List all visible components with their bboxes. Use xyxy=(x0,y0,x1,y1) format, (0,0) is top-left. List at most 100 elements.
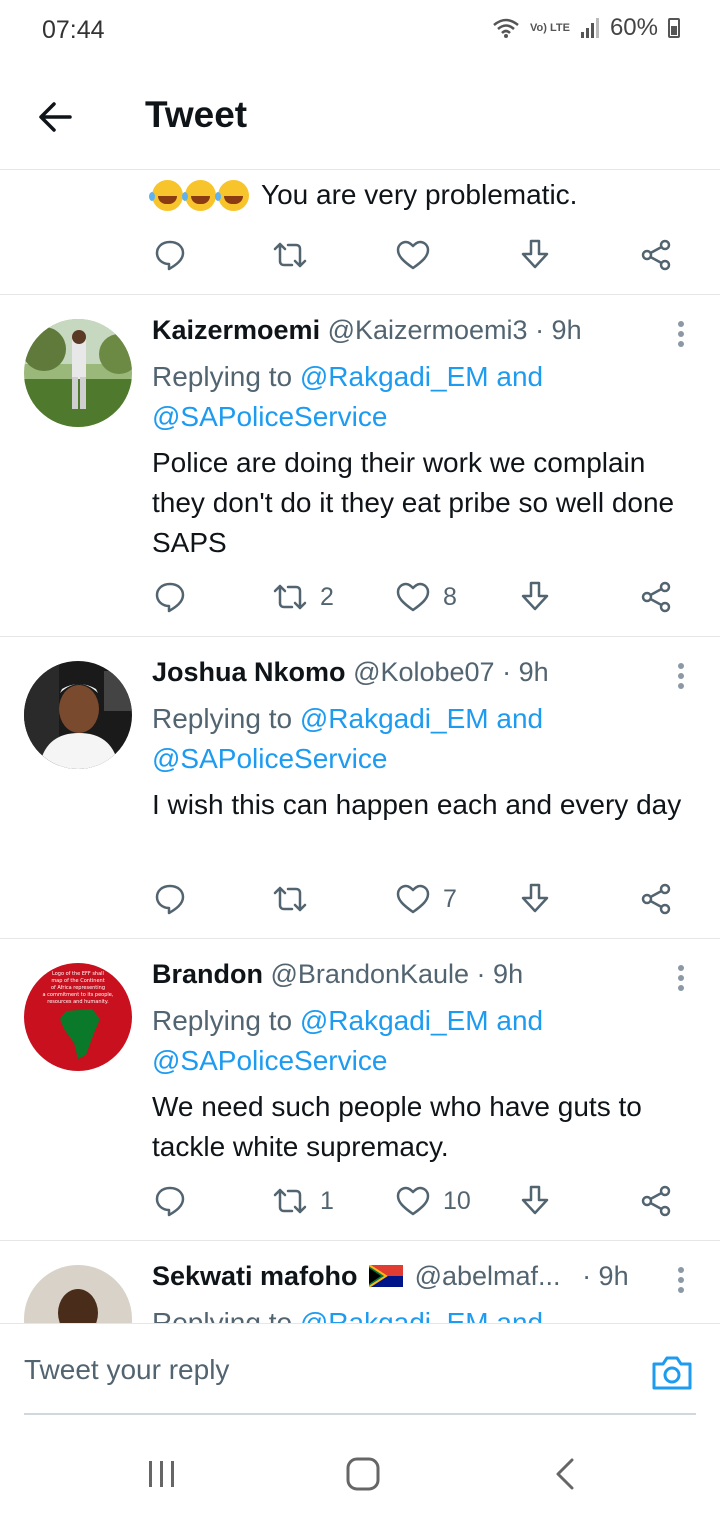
retweet-count: 1 xyxy=(320,1186,334,1215)
retweet-button[interactable] xyxy=(272,235,308,275)
avatar-text: map of the Continent xyxy=(51,978,104,984)
more-options-icon[interactable] xyxy=(676,1267,686,1297)
back-nav-icon[interactable] xyxy=(546,1456,586,1492)
mention-link[interactable]: @SAPoliceService xyxy=(152,743,387,774)
like-button[interactable]: 8 xyxy=(395,577,457,617)
replying-to: Replying to @Rakgadi_EM and xyxy=(152,1303,543,1323)
tweet-text: I wish this can happen each and every da… xyxy=(152,789,682,820)
tweet-header: Joshua Nkomo @Kolobe07 · 9h xyxy=(152,657,549,688)
wifi-icon xyxy=(493,18,519,38)
display-name[interactable]: Brandon xyxy=(152,959,263,989)
more-options-icon[interactable] xyxy=(676,321,686,351)
tweet-actions: 1 10 xyxy=(152,1181,682,1221)
mention-link[interactable]: @SAPoliceService xyxy=(152,401,387,432)
tweet-header: Kaizermoemi @Kaizermoemi3 · 9h xyxy=(152,315,582,346)
reply-icon xyxy=(155,582,185,613)
retweet-icon xyxy=(273,242,307,268)
avatar[interactable] xyxy=(24,1265,132,1323)
tweet-text: We need such people who have guts to tac… xyxy=(152,1091,642,1162)
bookmark-button[interactable] xyxy=(517,235,553,275)
bookmark-button[interactable] xyxy=(517,879,553,919)
replying-to: Replying to @Rakgadi_EM and @SAPoliceSer… xyxy=(152,1001,543,1081)
reply-button[interactable] xyxy=(152,577,188,617)
reply-tweet[interactable]: Joshua Nkomo @Kolobe07 · 9h Replying to … xyxy=(0,637,720,939)
retweet-count: 2 xyxy=(320,582,334,611)
tweet-actions: 7 xyxy=(152,879,682,919)
handle: @abelmaf... xyxy=(414,1261,561,1291)
more-options-icon[interactable] xyxy=(676,965,686,995)
mention-link[interactable]: @Rakgadi_EM and xyxy=(300,1005,543,1036)
mention-link[interactable]: @Rakgadi_EM and xyxy=(300,361,543,392)
input-underline xyxy=(24,1413,696,1415)
replying-prefix: Replying to xyxy=(152,1005,300,1036)
tweet-time: · 9h xyxy=(582,1261,629,1291)
reply-icon xyxy=(155,240,185,271)
tweet-actions xyxy=(152,235,682,275)
reply-icon xyxy=(155,1186,185,1217)
avatar[interactable] xyxy=(24,319,132,427)
like-count: 7 xyxy=(443,884,457,913)
bookmark-button[interactable] xyxy=(517,1181,553,1221)
reply-tweet[interactable]: Kaizermoemi @Kaizermoemi3 · 9h Replying … xyxy=(0,295,720,637)
reply-button[interactable] xyxy=(152,879,188,919)
status-bar: 07:44 Vo) LTE 60% xyxy=(0,0,720,60)
status-time: 07:44 xyxy=(42,16,105,44)
replying-prefix: Replying to xyxy=(152,703,300,734)
status-icons: Vo) LTE 60% xyxy=(492,14,680,42)
main-tweet[interactable]: You are very problematic. xyxy=(0,171,720,295)
battery-percent: 60% xyxy=(609,14,658,41)
main-tweet-text: You are very problematic. xyxy=(149,179,578,211)
retweet-button[interactable] xyxy=(272,879,308,919)
display-name[interactable]: Joshua Nkomo xyxy=(152,657,346,687)
avatar-text: Logo of the EFF shall xyxy=(52,971,104,977)
mention-link[interactable]: @Rakgadi_EM and xyxy=(300,1307,543,1323)
display-name[interactable]: Sekwati mafoho xyxy=(152,1261,358,1291)
share-button[interactable] xyxy=(638,577,674,617)
recents-icon[interactable] xyxy=(142,1456,182,1492)
share-button[interactable] xyxy=(638,235,674,275)
download-icon xyxy=(521,883,549,913)
like-button[interactable] xyxy=(395,235,431,275)
system-nav-bar xyxy=(0,1420,720,1520)
handle-time: @Kolobe07 · 9h xyxy=(353,657,549,687)
share-button[interactable] xyxy=(638,1181,674,1221)
camera-icon[interactable] xyxy=(650,1352,694,1392)
like-button[interactable]: 7 xyxy=(395,879,457,919)
avatar[interactable] xyxy=(24,661,132,769)
reply-input[interactable]: Tweet your reply xyxy=(24,1354,229,1386)
reply-tweet[interactable]: Logo of the EFF shall map of the Contine… xyxy=(0,939,720,1241)
heart-icon xyxy=(396,240,430,270)
more-options-icon[interactable] xyxy=(676,663,686,693)
tweet-thread[interactable]: You are very problematic. Kaizermoemi @K… xyxy=(0,171,720,1323)
south-africa-flag-icon xyxy=(368,1264,404,1288)
like-button[interactable]: 10 xyxy=(395,1181,471,1221)
replying-prefix: Replying to xyxy=(152,1307,300,1323)
replying-to: Replying to @Rakgadi_EM and @SAPoliceSer… xyxy=(152,699,543,779)
heart-icon xyxy=(396,582,430,612)
retweet-icon xyxy=(273,584,307,610)
avatar-text: of Africa representing xyxy=(51,985,105,991)
reply-button[interactable] xyxy=(152,235,188,275)
tweet-header: Brandon @BrandonKaule · 9h xyxy=(152,959,523,990)
display-name[interactable]: Kaizermoemi xyxy=(152,315,320,345)
back-arrow-icon[interactable] xyxy=(30,92,80,142)
mention-link[interactable]: @Rakgadi_EM and xyxy=(300,703,543,734)
joy-emoji-icon xyxy=(149,179,183,211)
retweet-button[interactable]: 1 xyxy=(272,1181,334,1221)
mention-link[interactable]: @SAPoliceService xyxy=(152,1045,387,1076)
avatar-text: a commitment to its people, xyxy=(43,992,114,998)
handle-time: @Kaizermoemi3 · 9h xyxy=(327,315,582,345)
share-icon xyxy=(641,239,671,271)
replying-to: Replying to @Rakgadi_EM and @SAPoliceSer… xyxy=(152,357,543,437)
home-icon[interactable] xyxy=(343,1456,383,1492)
share-button[interactable] xyxy=(638,879,674,919)
reply-button[interactable] xyxy=(152,1181,188,1221)
avatar[interactable]: Logo of the EFF shall map of the Contine… xyxy=(24,963,132,1071)
page-title: Tweet xyxy=(145,94,248,135)
bookmark-button[interactable] xyxy=(517,577,553,617)
app-header: Tweet xyxy=(0,60,720,170)
retweet-button[interactable]: 2 xyxy=(272,577,334,617)
main-tweet-body: You are very problematic. xyxy=(261,179,578,210)
download-icon xyxy=(521,1185,549,1215)
reply-tweet[interactable]: Sekwati mafoho @abelmaf... · 9h Replying… xyxy=(0,1241,720,1323)
